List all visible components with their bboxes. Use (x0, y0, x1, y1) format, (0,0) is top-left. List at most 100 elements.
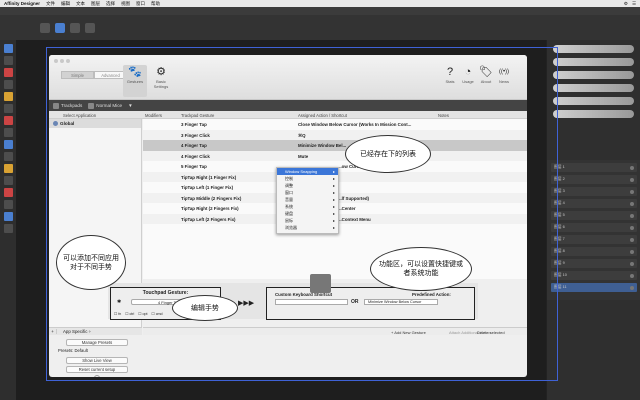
add-new-gesture-button[interactable]: + Add New Gesture (391, 330, 426, 335)
export-persona-icon[interactable] (85, 22, 95, 33)
layer-row[interactable]: 图层 9 (551, 259, 637, 268)
menu-item-layer[interactable]: 图层 (91, 1, 100, 7)
settings-icon[interactable]: ⚙ (624, 1, 628, 7)
layer-row[interactable]: 图层 2 (551, 175, 637, 184)
menu-item[interactable]: 控制 (277, 175, 338, 182)
menu-item-window[interactable]: 窗口 (136, 1, 145, 7)
brush-preset[interactable] (553, 71, 634, 79)
star-tool-icon[interactable] (3, 188, 13, 197)
basic-settings-button[interactable]: ⚙ Basic Settings (149, 65, 173, 89)
menu-item-edit[interactable]: 编辑 (61, 1, 70, 7)
shape-tool-icon[interactable] (3, 116, 13, 125)
pencil-tool-icon[interactable] (3, 80, 13, 89)
tab-normal-mice[interactable]: Normal Mice (88, 102, 122, 109)
col-assigned-action[interactable]: Assigned Action / Shortcut (298, 113, 347, 118)
col-modifiers[interactable]: Modifiers (145, 113, 162, 118)
designer-persona-icon[interactable] (55, 22, 65, 33)
predefined-action-select[interactable]: Minimize Window Below Cursor (364, 299, 438, 305)
visibility-icon[interactable] (630, 237, 634, 242)
menu-item[interactable]: 系统 (277, 203, 338, 210)
visibility-icon[interactable] (630, 249, 634, 254)
layer-row[interactable]: 图层 5 (551, 211, 637, 220)
transparency-tool-icon[interactable] (3, 212, 13, 221)
ellipse-tool-icon[interactable] (3, 176, 13, 185)
gestures-button[interactable]: 🐾 Gestures (123, 65, 147, 97)
move-tool-icon[interactable] (3, 44, 13, 53)
fn-checkbox[interactable]: ☐ fn (114, 312, 121, 316)
layer-row[interactable]: 图层 3 (551, 187, 637, 196)
tab-more[interactable]: ▼ (128, 103, 133, 108)
news-button[interactable]: ((•)) News (492, 65, 516, 84)
menu-item-select[interactable]: 选择 (106, 1, 115, 7)
menu-item[interactable]: Window Snapping (277, 168, 338, 175)
add-app-button[interactable]: + (49, 329, 57, 334)
visibility-icon[interactable] (630, 273, 634, 278)
table-row[interactable]: 4 Finger Click Mute (143, 150, 527, 161)
brush-preset[interactable] (553, 45, 634, 53)
delete-selected-button[interactable]: Delete selected (477, 330, 505, 335)
minimize-icon[interactable] (60, 59, 64, 63)
menu-item[interactable]: 浏览器 (277, 224, 338, 231)
help-icon[interactable]: ? (94, 375, 100, 377)
visibility-icon[interactable] (630, 177, 634, 182)
visibility-icon[interactable] (630, 213, 634, 218)
app-specific-dropdown[interactable]: App Specific ÷ (57, 329, 91, 334)
reset-setup-button[interactable]: Reset current setup (66, 366, 128, 373)
node-tool-icon[interactable] (3, 56, 13, 65)
visibility-icon[interactable] (630, 225, 634, 230)
col-notes[interactable]: Notes (438, 113, 449, 118)
menu-item-view[interactable]: 视图 (121, 1, 130, 7)
menu-item[interactable]: 音量 (277, 196, 338, 203)
rectangle-tool-icon[interactable] (3, 164, 13, 173)
cmd-checkbox[interactable]: ☐ cmd (152, 312, 163, 316)
brush-preset[interactable] (553, 58, 634, 66)
menu-item[interactable]: 鼠标 (277, 217, 338, 224)
manage-presets-button[interactable]: Manage Presets (66, 339, 128, 346)
close-icon[interactable] (54, 59, 58, 63)
layer-row[interactable]: 图层 11 (551, 283, 637, 292)
menu-item-text[interactable]: 文本 (76, 1, 85, 7)
col-trackpad-gesture[interactable]: Trackpad Gesture (181, 113, 214, 118)
menu-item[interactable]: 键盘 (277, 210, 338, 217)
table-row[interactable]: 3 Finger Tap Close Window Below Cursor (W… (143, 119, 527, 130)
zoom-icon[interactable] (66, 59, 70, 63)
layer-row[interactable]: 图层 10 (551, 271, 637, 280)
opt-checkbox[interactable]: ☐ opt (138, 312, 147, 316)
menu-item-file[interactable]: 文件 (46, 1, 55, 7)
visibility-icon[interactable] (630, 201, 634, 206)
menu-item[interactable]: 窗口 (277, 189, 338, 196)
layer-row[interactable]: 图层 7 (551, 235, 637, 244)
persona-icon[interactable] (40, 22, 50, 33)
show-live-view-button[interactable]: Show Live View (66, 357, 128, 364)
visibility-icon[interactable] (630, 165, 634, 170)
layer-row[interactable]: 图层 1 (551, 163, 637, 172)
simple-mode-button[interactable]: Simple (61, 71, 94, 79)
layer-row[interactable]: 图层 4 (551, 199, 637, 208)
zoom-tool-icon[interactable] (3, 152, 13, 161)
table-row[interactable]: 3 Finger Click ⌘Q (143, 129, 527, 140)
ctrl-checkbox[interactable]: ☐ ctrl (125, 312, 134, 316)
app-row-global[interactable]: Global (49, 119, 141, 128)
brush-preset[interactable] (553, 84, 634, 92)
table-row[interactable]: 4 Finger Tap Minimize Window Bel... (143, 140, 527, 151)
menu-item-app[interactable]: Affinity Designer (4, 1, 40, 6)
pen-tool-icon[interactable] (3, 68, 13, 77)
visibility-icon[interactable] (630, 261, 634, 266)
menu-item-help[interactable]: 帮助 (151, 1, 160, 7)
brush-tool-icon[interactable] (3, 92, 13, 101)
record-button[interactable] (310, 274, 331, 293)
brush-preset[interactable] (553, 110, 634, 118)
gradient-tool-icon[interactable] (3, 200, 13, 209)
layer-row[interactable]: 图层 6 (551, 223, 637, 232)
tab-trackpads[interactable]: Trackpads (53, 102, 82, 109)
shortcut-field[interactable] (275, 299, 348, 305)
hand-tool-icon[interactable] (3, 224, 13, 233)
text-tool-icon[interactable] (3, 128, 13, 137)
crop-tool-icon[interactable] (3, 140, 13, 149)
menu-item[interactable]: 调整 (277, 182, 338, 189)
brush-preset[interactable] (553, 97, 634, 105)
visibility-icon[interactable] (630, 189, 634, 194)
visibility-icon[interactable] (630, 285, 634, 290)
list-icon[interactable]: ☰ (632, 1, 636, 7)
layer-row[interactable]: 图层 8 (551, 247, 637, 256)
